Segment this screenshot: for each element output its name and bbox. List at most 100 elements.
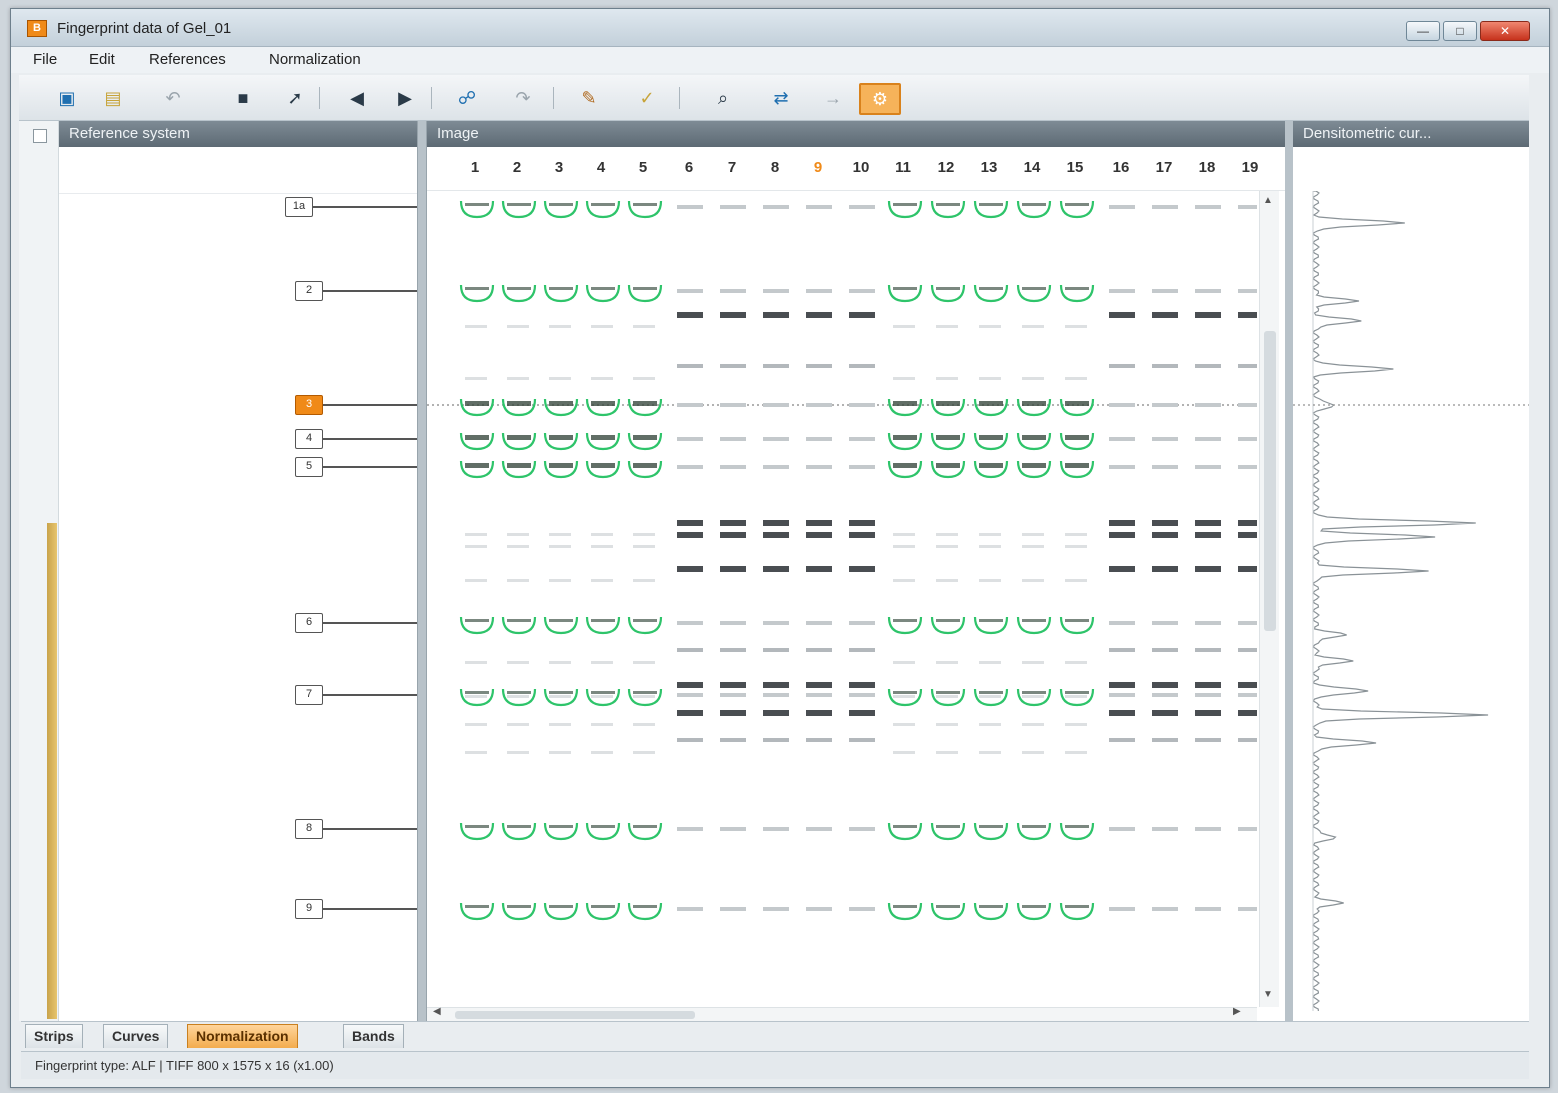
pointer-icon[interactable]: ➚ — [281, 85, 309, 111]
sample-band — [763, 312, 789, 318]
sample-band — [1238, 437, 1257, 441]
status-text: Fingerprint type: ALF | TIFF 800 x 1575 … — [35, 1058, 334, 1073]
sample-band — [806, 289, 832, 293]
horizontal-scrollbar[interactable]: ◀ ▶ — [427, 1006, 1257, 1021]
menu-file[interactable]: File — [33, 51, 57, 68]
faint-band — [1065, 533, 1087, 536]
maximize-button[interactable]: □ — [1443, 21, 1477, 41]
faint-band — [549, 723, 571, 726]
faint-band — [507, 545, 529, 548]
sample-band — [1238, 827, 1257, 831]
undo-icon[interactable]: ↶ — [159, 85, 187, 111]
reference-band — [979, 691, 1003, 694]
faint-band — [893, 661, 915, 664]
scroll-down-icon[interactable]: ▼ — [1263, 989, 1273, 1000]
link-icon[interactable]: ☍ — [453, 85, 481, 111]
gel-image[interactable] — [427, 191, 1257, 1007]
reference-band — [936, 619, 960, 622]
reference-marker[interactable]: 4 — [295, 429, 323, 449]
densitometric-panel-header: Densitometric cur... — [1293, 121, 1529, 147]
faint-band — [936, 661, 958, 664]
close-button[interactable]: ✕ — [1480, 21, 1530, 41]
reference-band — [893, 691, 917, 694]
sample-band — [720, 465, 746, 469]
reference-marker[interactable]: 8 — [295, 819, 323, 839]
vertical-scroll-thumb[interactable] — [1264, 331, 1276, 631]
horizontal-scroll-thumb[interactable] — [455, 1011, 695, 1019]
panel-pin-icon[interactable] — [33, 129, 47, 143]
faint-band — [1022, 695, 1044, 698]
sample-band — [677, 532, 703, 538]
lane-number: 12 — [937, 159, 955, 176]
title-bar[interactable]: B Fingerprint data of Gel_01 — □ ✕ — [11, 9, 1549, 47]
reference-system-area[interactable]: 1a 2 3 4 5 6 7 8 9 — [59, 147, 417, 1021]
reference-marker[interactable]: 2 — [295, 281, 323, 301]
prev-icon[interactable]: ◀ — [343, 85, 371, 111]
sample-band — [806, 648, 832, 652]
reference-connector — [323, 466, 417, 468]
redo-icon[interactable]: ↷ — [509, 85, 537, 111]
faint-band — [893, 377, 915, 380]
reference-marker[interactable]: 5 — [295, 457, 323, 477]
reference-band — [936, 825, 960, 828]
vertical-scrollbar[interactable]: ▲ ▼ — [1259, 191, 1279, 1007]
sample-band — [1152, 621, 1178, 625]
settings-icon[interactable]: ⚙ — [859, 83, 901, 115]
lane-number: 4 — [596, 159, 606, 176]
sample-band — [1152, 520, 1178, 526]
reference-marker[interactable]: 9 — [295, 899, 323, 919]
next-icon[interactable]: ▶ — [391, 85, 419, 111]
sample-band — [1238, 566, 1257, 572]
tab-bands[interactable]: Bands — [343, 1024, 404, 1048]
brush-icon[interactable]: ✓ — [633, 85, 661, 111]
tab-normalization[interactable]: Normalization — [187, 1024, 298, 1048]
faint-band — [1022, 661, 1044, 664]
sample-band — [849, 648, 875, 652]
lane-number: 19 — [1241, 159, 1259, 176]
tab-strips[interactable]: Strips — [25, 1024, 83, 1048]
faint-band — [893, 751, 915, 754]
fit-icon[interactable]: ⇄ — [767, 85, 795, 111]
reference-connector — [313, 206, 417, 208]
sample-band — [720, 205, 746, 209]
reference-band — [979, 287, 1003, 290]
menu-edit[interactable]: Edit — [89, 51, 115, 68]
scroll-left-icon[interactable]: ◀ — [433, 1006, 441, 1017]
reference-marker[interactable]: 3 — [295, 395, 323, 415]
edit-icon[interactable]: ✎ — [575, 85, 603, 111]
sample-band — [677, 827, 703, 831]
stop-icon[interactable]: ■ — [229, 85, 257, 111]
zoom-icon[interactable]: ⌕ — [709, 85, 737, 111]
sample-band — [806, 520, 832, 526]
reference-marker[interactable]: 1a — [285, 197, 313, 217]
scroll-up-icon[interactable]: ▲ — [1263, 195, 1273, 206]
reference-marker[interactable]: 6 — [295, 613, 323, 633]
menu-references[interactable]: References — [149, 51, 226, 68]
sample-band — [806, 312, 832, 318]
sample-band — [1109, 465, 1135, 469]
sample-band — [1195, 437, 1221, 441]
menu-normalization[interactable]: Normalization — [269, 51, 361, 68]
minimize-button[interactable]: — — [1406, 21, 1440, 41]
tab-curves[interactable]: Curves — [103, 1024, 169, 1048]
panel-splitter[interactable] — [417, 121, 427, 1021]
faint-band — [979, 723, 1001, 726]
reference-band — [1065, 619, 1089, 622]
sample-band — [1195, 648, 1221, 652]
save-icon[interactable]: ▣ — [53, 85, 81, 111]
sample-band — [763, 907, 789, 911]
sample-band — [720, 621, 746, 625]
sample-band — [1109, 693, 1135, 697]
sample-band — [1195, 364, 1221, 368]
scroll-right-icon[interactable]: ▶ — [1233, 1006, 1241, 1017]
panel-splitter-right[interactable] — [1285, 121, 1293, 1021]
open-icon[interactable]: ▤ — [99, 85, 127, 111]
faint-band — [507, 579, 529, 582]
sample-band — [1238, 621, 1257, 625]
faint-band — [893, 533, 915, 536]
sample-band — [677, 682, 703, 688]
sample-band — [1152, 827, 1178, 831]
arrow-icon[interactable]: → — [819, 85, 847, 111]
sample-band — [1195, 710, 1221, 716]
reference-marker[interactable]: 7 — [295, 685, 323, 705]
